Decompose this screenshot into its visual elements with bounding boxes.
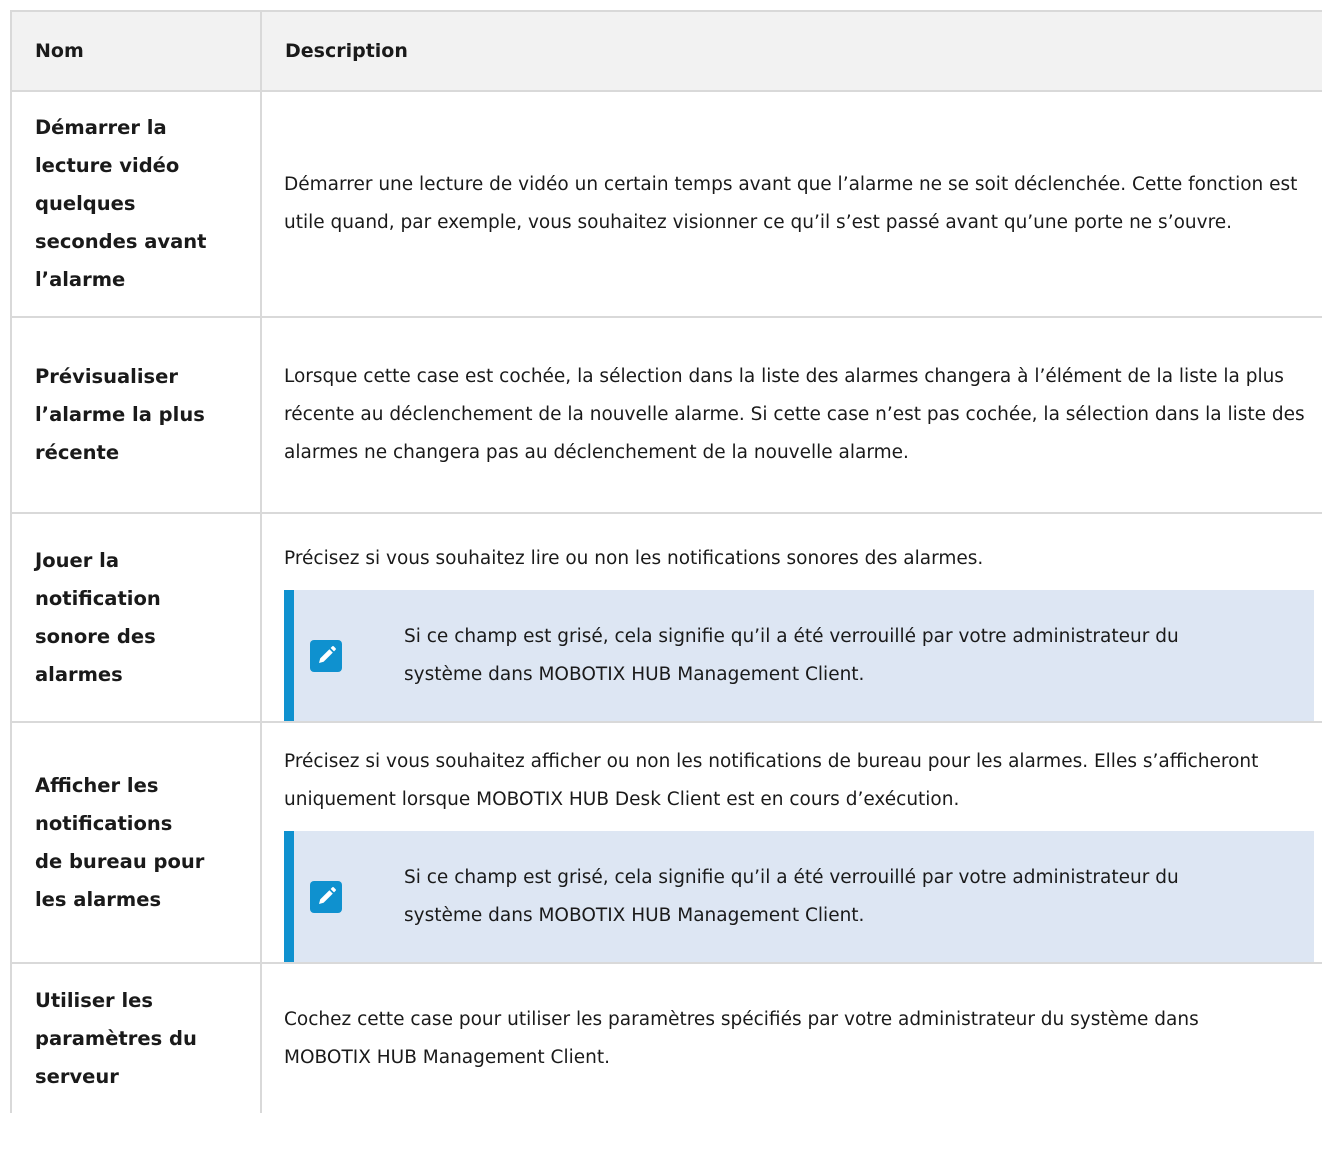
- column-header-name: Nom: [10, 10, 262, 92]
- note-text: Si ce champ est grisé, cela signifie qu’…: [404, 866, 1179, 926]
- column-header-description: Description: [260, 10, 1322, 92]
- note-box: Si ce champ est grisé, cela signifie qu’…: [284, 590, 1314, 721]
- setting-name: Prévisualiser l’alarme la plus récente: [35, 365, 205, 464]
- table-row: Utiliser les paramètres du serveur Coche…: [10, 963, 1322, 1113]
- note-box: Si ce champ est grisé, cela signifie qu’…: [284, 831, 1314, 962]
- setting-name: Utiliser les paramètres du serveur: [35, 988, 197, 1088]
- setting-name: Afficher les notifications de bureau pou…: [35, 773, 205, 911]
- table-row: Afficher les notifications de bureau pou…: [10, 722, 1322, 964]
- setting-description: Précisez si vous souhaitez lire ou non l…: [284, 548, 984, 569]
- table-row: Jouer la notification sonore des alarmes…: [10, 513, 1322, 723]
- setting-description: Cochez cette case pour utiliser les para…: [284, 1008, 1199, 1068]
- setting-name: Jouer la notification sonore des alarmes: [35, 548, 161, 686]
- setting-name: Démarrer la lecture vidéo quelques secon…: [35, 116, 207, 291]
- settings-table: Nom Description Démarrer la lecture vidé…: [10, 10, 1322, 1113]
- pencil-edit-icon: [310, 880, 342, 913]
- note-text: Si ce champ est grisé, cela signifie qu’…: [404, 625, 1179, 685]
- setting-description: Lorsque cette case est cochée, la sélect…: [284, 366, 1305, 463]
- table-row: Prévisualiser l’alarme la plus récente L…: [10, 317, 1322, 514]
- table-header-row: Nom Description: [10, 10, 1322, 92]
- table-row: Démarrer la lecture vidéo quelques secon…: [10, 91, 1322, 318]
- pencil-edit-icon: [310, 639, 342, 672]
- setting-description: Démarrer une lecture de vidéo un certain…: [284, 174, 1298, 233]
- setting-description: Précisez si vous souhaitez afficher ou n…: [284, 751, 1259, 810]
